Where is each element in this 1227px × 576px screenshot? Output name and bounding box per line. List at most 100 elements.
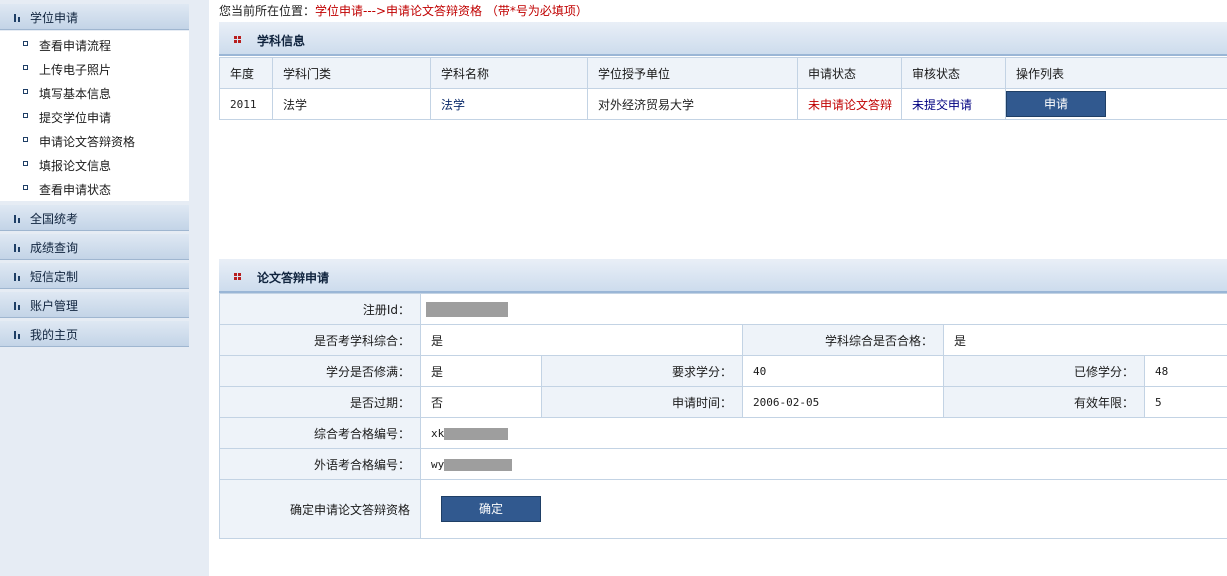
submenu-item-thesis-info[interactable]: 填报论文信息	[0, 153, 189, 175]
confirm-button[interactable]: 确定	[441, 496, 541, 522]
expired-label: 是否过期：	[219, 386, 421, 418]
sidebar: 学位申请 查看申请流程 上传电子照片 填写基本信息 提交学位申请 申请论文答辩资…	[0, 0, 209, 576]
defense-panel-header: 论文答辩申请	[219, 259, 1227, 293]
nav-section-label: 学位申请	[30, 11, 79, 25]
submenu-item-label: 申请论文答辩资格	[39, 135, 136, 149]
submenu-item-label: 查看申请流程	[39, 39, 112, 53]
bar-chart-icon	[14, 213, 23, 223]
exam-cert-label: 综合考合格编号：	[219, 417, 421, 449]
apply-time-label: 申请时间：	[541, 386, 743, 418]
redacted-block	[444, 458, 513, 471]
credit-full-value: 是	[420, 355, 542, 387]
breadcrumb-prefix: 您当前所在位置：	[219, 4, 316, 18]
square-bullet-icon	[23, 137, 28, 142]
bar-chart-icon	[14, 271, 23, 281]
lang-cert-label: 外语考合格编号：	[219, 448, 421, 480]
grid-bullet-icon	[234, 36, 241, 43]
nav-section-national-exam[interactable]: 全国统考	[0, 205, 189, 231]
column-header: 学位授予单位	[587, 57, 798, 89]
credit-required-label: 要求学分：	[541, 355, 743, 387]
form-row: 确定申请论文答辩资格 确定	[219, 479, 1227, 539]
subject-panel-header: 学科信息	[219, 22, 1227, 56]
column-header: 操作列表	[1005, 57, 1227, 89]
bar-chart-icon	[14, 12, 23, 22]
exam-pass-label: 学科综合是否合格：	[742, 324, 944, 356]
defense-form-table: 注册Id： 是否考学科综合： 是 学科综合是否合格： 是 学分是否修满： 是 要…	[219, 293, 1227, 539]
submenu-item-label: 填报论文信息	[39, 159, 112, 173]
nav-section-score-query[interactable]: 成绩查询	[0, 234, 189, 260]
submenu-item-defense-qualification[interactable]: 申请论文答辩资格	[0, 129, 189, 151]
confirm-label: 确定申请论文答辩资格	[219, 479, 421, 539]
cell-category: 法学	[272, 88, 431, 120]
redacted-block	[426, 301, 508, 317]
valid-years-value: 5	[1143, 386, 1227, 418]
submenu-degree-application: 查看申请流程 上传电子照片 填写基本信息 提交学位申请 申请论文答辩资格 填报论…	[0, 31, 189, 201]
breadcrumb-path: 学位申请--->申请论文答辩资格 （带*号为必填项）	[315, 4, 588, 18]
form-row: 外语考合格编号： wy	[219, 448, 1227, 480]
register-id-label: 注册Id：	[219, 293, 421, 325]
cell-review-status: 未提交申请	[901, 88, 1006, 120]
nav-section-homepage[interactable]: 我的主页	[0, 321, 189, 347]
nav-section-label: 账户管理	[30, 299, 79, 313]
submenu-item-fill-basic-info[interactable]: 填写基本信息	[0, 81, 189, 103]
nav-section-label: 短信定制	[30, 270, 79, 284]
nav-section-sms-subscription[interactable]: 短信定制	[0, 263, 189, 289]
column-header: 年度	[219, 57, 273, 89]
column-header: 申请状态	[797, 57, 902, 89]
credit-required-value: 40	[742, 355, 944, 387]
cell-year: 2011	[219, 88, 273, 120]
square-bullet-icon	[23, 65, 28, 70]
bar-chart-icon	[14, 300, 23, 310]
nav-section-label: 全国统考	[30, 212, 79, 226]
square-bullet-icon	[23, 113, 28, 118]
exam-pass-value: 是	[942, 324, 1227, 356]
square-bullet-icon	[23, 41, 28, 46]
form-row: 是否过期： 否 申请时间： 2006-02-05 有效年限： 5	[219, 386, 1227, 418]
lang-cert-value: wy	[419, 448, 1227, 480]
cell-apply-status: 未申请论文答辩	[797, 88, 902, 120]
submenu-item-upload-photo[interactable]: 上传电子照片	[0, 57, 189, 79]
bar-chart-icon	[14, 329, 23, 339]
nav-section-degree-application[interactable]: 学位申请	[0, 4, 189, 30]
column-header: 审核状态	[901, 57, 1006, 89]
defense-panel-title: 论文答辩申请	[257, 271, 330, 285]
register-id-value	[419, 293, 1227, 325]
redacted-block	[444, 427, 509, 440]
nav-section-label: 成绩查询	[30, 241, 79, 255]
apply-button[interactable]: 申请	[1006, 91, 1106, 117]
nav-section-label: 我的主页	[30, 328, 79, 342]
grid-bullet-icon	[234, 273, 241, 280]
credit-full-label: 学分是否修满：	[219, 355, 421, 387]
submenu-item-label: 提交学位申请	[39, 111, 112, 125]
form-row: 综合考合格编号： xk	[219, 417, 1227, 449]
form-row: 注册Id：	[219, 293, 1227, 325]
confirm-cell: 确定	[419, 479, 1227, 539]
cell-subject-name: 法学	[430, 88, 588, 120]
submenu-item-submit-application[interactable]: 提交学位申请	[0, 105, 189, 127]
take-exam-value: 是	[420, 324, 743, 356]
submenu-item-label: 查看申请状态	[39, 183, 112, 197]
square-bullet-icon	[23, 89, 28, 94]
nav-section-account[interactable]: 账户管理	[0, 292, 189, 318]
expired-value: 否	[420, 386, 542, 418]
lang-cert-prefix: wy	[431, 458, 445, 471]
form-row: 是否考学科综合： 是 学科综合是否合格： 是	[219, 324, 1227, 356]
column-header: 学科门类	[272, 57, 431, 89]
credit-earned-value: 48	[1143, 355, 1227, 387]
square-bullet-icon	[23, 185, 28, 190]
exam-cert-value: xk	[419, 417, 1227, 449]
subject-panel-title: 学科信息	[257, 34, 306, 48]
cell-unit: 对外经济贸易大学	[587, 88, 798, 120]
apply-time-value: 2006-02-05	[742, 386, 944, 418]
submenu-item-view-status[interactable]: 查看申请状态	[0, 177, 189, 199]
take-exam-label: 是否考学科综合：	[219, 324, 421, 356]
subject-table: 年度 学科门类 学科名称 学位授予单位 申请状态 审核状态 操作列表 2011 …	[219, 57, 1227, 120]
submenu-item-label: 填写基本信息	[39, 87, 112, 101]
breadcrumb: 您当前所在位置：学位申请--->申请论文答辩资格 （带*号为必填项）	[219, 2, 588, 19]
table-header-row: 年度 学科门类 学科名称 学位授予单位 申请状态 审核状态 操作列表	[219, 57, 1227, 89]
submenu-item-view-process[interactable]: 查看申请流程	[0, 33, 189, 55]
table-row: 2011 法学 法学 对外经济贸易大学 未申请论文答辩 未提交申请 申请	[219, 88, 1227, 120]
submenu-item-label: 上传电子照片	[39, 63, 112, 77]
column-header: 学科名称	[430, 57, 588, 89]
square-bullet-icon	[23, 161, 28, 166]
